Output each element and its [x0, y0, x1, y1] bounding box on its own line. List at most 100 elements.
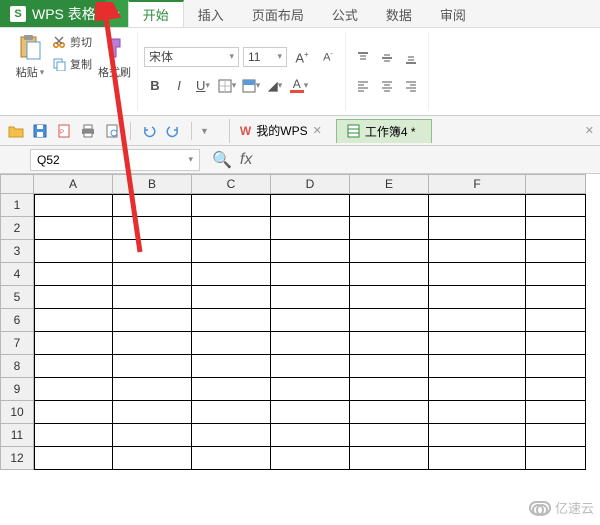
- cell[interactable]: [350, 401, 429, 424]
- cell[interactable]: [350, 194, 429, 217]
- cell[interactable]: [429, 263, 526, 286]
- cell[interactable]: [350, 332, 429, 355]
- open-button[interactable]: [6, 121, 26, 141]
- cell[interactable]: [192, 309, 271, 332]
- cell[interactable]: [526, 378, 586, 401]
- cell[interactable]: [34, 447, 113, 470]
- cell[interactable]: [526, 401, 586, 424]
- select-all-corner[interactable]: [0, 174, 34, 194]
- cell[interactable]: [34, 401, 113, 424]
- fill-color-button[interactable]: ◢▾: [264, 75, 286, 97]
- cell[interactable]: [526, 217, 586, 240]
- export-pdf-button[interactable]: P: [54, 121, 74, 141]
- cell[interactable]: [350, 355, 429, 378]
- col-header[interactable]: E: [350, 174, 429, 194]
- cell[interactable]: [429, 355, 526, 378]
- cell[interactable]: [192, 263, 271, 286]
- cell[interactable]: [34, 263, 113, 286]
- doc-tab-workbook4[interactable]: 工作簿4 *: [336, 119, 432, 143]
- cell[interactable]: [113, 309, 192, 332]
- cell[interactable]: [192, 217, 271, 240]
- tab-page-layout[interactable]: 页面布局: [238, 0, 318, 27]
- cell[interactable]: [192, 355, 271, 378]
- row-header[interactable]: 11: [0, 424, 34, 447]
- row-header[interactable]: 3: [0, 240, 34, 263]
- cell[interactable]: [113, 447, 192, 470]
- cell[interactable]: [34, 217, 113, 240]
- cell[interactable]: [271, 401, 350, 424]
- name-box[interactable]: Q52 ▾: [30, 149, 200, 171]
- cell[interactable]: [192, 424, 271, 447]
- cell[interactable]: [192, 194, 271, 217]
- align-middle-button[interactable]: [376, 47, 398, 69]
- borders-button[interactable]: ▾: [216, 75, 238, 97]
- redo-button[interactable]: [163, 121, 183, 141]
- cell[interactable]: [192, 447, 271, 470]
- cell[interactable]: [113, 401, 192, 424]
- tab-formula[interactable]: 公式: [318, 0, 372, 27]
- cell[interactable]: [192, 286, 271, 309]
- tab-insert[interactable]: 插入: [184, 0, 238, 27]
- cut-button[interactable]: 剪切: [52, 34, 92, 50]
- cell[interactable]: [271, 263, 350, 286]
- cell[interactable]: [34, 194, 113, 217]
- cell[interactable]: [271, 447, 350, 470]
- row-header[interactable]: 6: [0, 309, 34, 332]
- undo-button[interactable]: [139, 121, 159, 141]
- col-header[interactable]: D: [271, 174, 350, 194]
- cell[interactable]: [526, 194, 586, 217]
- cell[interactable]: [34, 309, 113, 332]
- cell[interactable]: [192, 332, 271, 355]
- cell[interactable]: [350, 447, 429, 470]
- italic-button[interactable]: I: [168, 75, 190, 97]
- tab-home[interactable]: 开始: [128, 0, 184, 27]
- col-header[interactable]: C: [192, 174, 271, 194]
- cell[interactable]: [271, 332, 350, 355]
- row-header[interactable]: 2: [0, 217, 34, 240]
- cell[interactable]: [526, 447, 586, 470]
- cell[interactable]: [526, 286, 586, 309]
- cell[interactable]: [350, 217, 429, 240]
- close-icon[interactable]: ✕: [313, 124, 322, 137]
- cell[interactable]: [429, 240, 526, 263]
- cell[interactable]: [429, 378, 526, 401]
- doc-tab-mywps[interactable]: W 我的WPS ✕: [229, 119, 332, 143]
- app-menu-dropdown[interactable]: ▼: [106, 0, 128, 27]
- cell[interactable]: [113, 194, 192, 217]
- cell[interactable]: [350, 424, 429, 447]
- copy-button[interactable]: 复制: [52, 56, 92, 72]
- cell[interactable]: [350, 309, 429, 332]
- cell[interactable]: [271, 424, 350, 447]
- cell[interactable]: [34, 332, 113, 355]
- cell[interactable]: [429, 194, 526, 217]
- cell[interactable]: [113, 240, 192, 263]
- row-header[interactable]: 7: [0, 332, 34, 355]
- decrease-font-button[interactable]: A-: [317, 47, 339, 69]
- tab-data[interactable]: 数据: [372, 0, 426, 27]
- increase-font-button[interactable]: A+: [291, 47, 313, 69]
- fx-label[interactable]: fx: [240, 151, 252, 169]
- row-header[interactable]: 9: [0, 378, 34, 401]
- cell[interactable]: [192, 240, 271, 263]
- col-header[interactable]: A: [34, 174, 113, 194]
- cell[interactable]: [271, 378, 350, 401]
- cell-style-button[interactable]: ▾: [240, 75, 262, 97]
- print-button[interactable]: [78, 121, 98, 141]
- cell[interactable]: [34, 240, 113, 263]
- col-header[interactable]: B: [113, 174, 192, 194]
- row-header[interactable]: 1: [0, 194, 34, 217]
- cell[interactable]: [34, 355, 113, 378]
- cell[interactable]: [350, 286, 429, 309]
- cell[interactable]: [271, 240, 350, 263]
- align-right-button[interactable]: [400, 75, 422, 97]
- font-size-combo[interactable]: 11▾: [243, 47, 287, 67]
- row-header[interactable]: 12: [0, 447, 34, 470]
- cell[interactable]: [526, 424, 586, 447]
- cell[interactable]: [113, 286, 192, 309]
- align-top-button[interactable]: [352, 47, 374, 69]
- print-preview-button[interactable]: [102, 121, 122, 141]
- cell[interactable]: [526, 355, 586, 378]
- row-header[interactable]: 5: [0, 286, 34, 309]
- cell[interactable]: [34, 378, 113, 401]
- align-center-button[interactable]: [376, 75, 398, 97]
